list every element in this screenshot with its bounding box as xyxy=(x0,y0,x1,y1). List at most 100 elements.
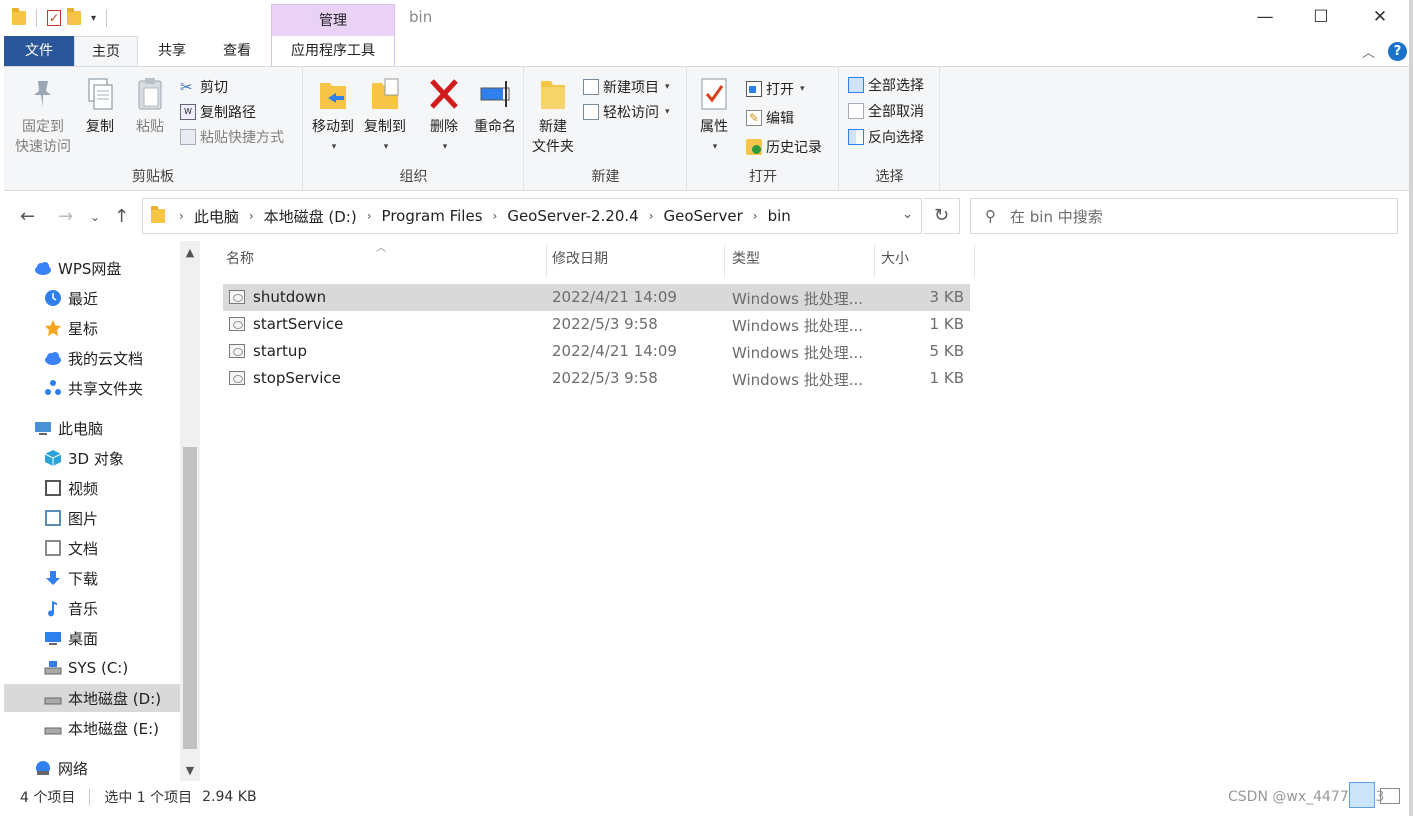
column-header-size[interactable]: 大小 xyxy=(881,249,909,275)
column-divider[interactable] xyxy=(974,245,975,277)
breadcrumb-geoserver-version[interactable]: GeoServer-2.20.4 xyxy=(507,207,638,225)
details-view-icon[interactable] xyxy=(1349,782,1375,808)
nav-item[interactable]: 此电脑 xyxy=(4,414,180,442)
scroll-down-icon[interactable]: ▼ xyxy=(180,761,200,781)
cut-button[interactable]: ✂ 剪切 xyxy=(180,75,228,99)
nav-item[interactable]: 星标 xyxy=(4,314,180,342)
column-divider[interactable] xyxy=(724,245,725,277)
properties-button[interactable]: 属性 ▾ xyxy=(694,75,734,157)
manage-context-tab[interactable]: 管理 xyxy=(271,4,395,36)
maximize-button[interactable]: ☐ xyxy=(1292,0,1350,34)
breadcrumb-bin[interactable]: bin xyxy=(768,207,791,225)
forward-arrow-icon[interactable]: → xyxy=(58,206,73,227)
file-name: startup xyxy=(253,342,307,360)
select-none-button[interactable]: 全部取消 xyxy=(848,99,924,123)
refresh-icon[interactable]: ↻ xyxy=(924,198,960,234)
properties-check-icon[interactable]: ✓ xyxy=(47,10,61,26)
tab-file[interactable]: 文件 xyxy=(4,36,74,66)
nav-item[interactable]: 视频 xyxy=(4,474,180,502)
nav-item[interactable]: WPS网盘 xyxy=(4,254,180,282)
select-none-label: 全部取消 xyxy=(868,104,924,120)
copy-path-button[interactable]: W 复制路径 xyxy=(180,100,256,124)
invert-selection-button[interactable]: 反向选择 xyxy=(848,125,924,149)
column-header-name[interactable]: 名称 xyxy=(226,249,254,275)
new-folder-icon xyxy=(536,75,570,113)
file-row[interactable]: startService 2022/5/3 9:58 Windows 批处理..… xyxy=(223,311,970,338)
nav-item[interactable]: 桌面 xyxy=(4,624,180,652)
help-icon[interactable]: ? xyxy=(1388,42,1407,61)
select-all-label: 全部选择 xyxy=(868,78,924,94)
select-all-button[interactable]: 全部选择 xyxy=(848,73,924,97)
nav-item[interactable]: 3D 对象 xyxy=(4,444,180,472)
address-history-dropdown-icon[interactable]: ⌄ xyxy=(902,207,913,222)
paste-shortcut-button[interactable]: 粘贴快捷方式 xyxy=(180,125,284,149)
tab-view[interactable]: 查看 xyxy=(205,36,269,66)
edit-button[interactable]: ✎ 编辑 xyxy=(746,106,794,130)
nav-item[interactable]: 我的云文档 xyxy=(4,344,180,372)
tab-share[interactable]: 共享 xyxy=(140,36,204,66)
history-button[interactable]: 历史记录 xyxy=(746,135,822,159)
minimize-button[interactable]: — xyxy=(1236,0,1294,34)
nav-item[interactable]: 本地磁盘 (E:) xyxy=(4,714,180,742)
file-name: startService xyxy=(253,315,344,333)
copy-to-button[interactable]: 复制到 ▾ xyxy=(360,75,410,157)
nav-item[interactable]: SYS (C:) xyxy=(4,654,180,682)
file-row[interactable]: shutdown 2022/4/21 14:09 Windows 批处理... … xyxy=(223,284,970,311)
easy-access-icon xyxy=(583,104,599,120)
nav-item-label: 图片 xyxy=(68,509,99,528)
scroll-up-icon[interactable]: ▲ xyxy=(180,243,200,263)
paste-button[interactable]: 粘贴 xyxy=(128,75,172,137)
item-count: 4 个项目 xyxy=(20,790,76,806)
delete-button[interactable]: 删除 ▾ xyxy=(422,75,466,157)
collapse-ribbon-icon[interactable]: ︿ xyxy=(1362,42,1375,61)
nav-item[interactable]: 下载 xyxy=(4,564,180,592)
properties-icon xyxy=(697,75,731,113)
nav-item-label: 文档 xyxy=(68,539,99,558)
open-window-icon xyxy=(746,81,762,97)
up-arrow-icon[interactable]: ↑ xyxy=(114,206,129,227)
open-button[interactable]: 打开 ▾ xyxy=(746,77,805,101)
nav-item[interactable]: 文档 xyxy=(4,534,180,562)
ribbon-tabs: 文件 主页 共享 查看 应用程序工具 xyxy=(0,36,1413,66)
address-bar[interactable]: › 此电脑 › 本地磁盘 (D:) › Program Files › GeoS… xyxy=(142,198,922,234)
nav-item[interactable]: 网络 xyxy=(4,754,180,782)
open-dropdown-icon: ▾ xyxy=(800,84,805,94)
nav-item[interactable]: 本地磁盘 (D:) xyxy=(4,684,180,712)
breadcrumb-geoserver[interactable]: GeoServer xyxy=(664,207,743,225)
column-header-date[interactable]: 修改日期 xyxy=(552,249,608,275)
new-folder-button[interactable]: 新建 文件夹 xyxy=(527,75,579,157)
file-type: Windows 批处理... xyxy=(732,317,864,335)
close-button[interactable]: ✕ xyxy=(1351,0,1409,34)
move-to-button[interactable]: 移动到 ▾ xyxy=(308,75,358,157)
customize-dropdown-icon[interactable]: ▾ xyxy=(91,13,96,24)
back-arrow-icon[interactable]: ← xyxy=(20,206,35,227)
nav-item[interactable]: 图片 xyxy=(4,504,180,532)
column-divider[interactable] xyxy=(546,245,547,277)
nav-item[interactable]: 最近 xyxy=(4,284,180,312)
large-icons-view-icon[interactable] xyxy=(1380,788,1400,804)
column-divider[interactable] xyxy=(874,245,875,277)
tab-home[interactable]: 主页 xyxy=(74,36,138,66)
nav-scrollbar-thumb[interactable] xyxy=(183,447,197,749)
pin-quick-access-button[interactable]: 固定到 快速访问 xyxy=(10,75,76,157)
easy-access-button[interactable]: 轻松访问 ▾ xyxy=(583,100,670,124)
nav-item[interactable]: 共享文件夹 xyxy=(4,374,180,402)
rename-button[interactable]: 重命名 xyxy=(468,75,522,137)
file-row[interactable]: stopService 2022/5/3 9:58 Windows 批处理...… xyxy=(223,365,970,392)
copy-button[interactable]: 复制 xyxy=(78,75,122,137)
tab-app-tools[interactable]: 应用程序工具 xyxy=(271,36,395,66)
nav-item[interactable]: 音乐 xyxy=(4,594,180,622)
delete-x-icon xyxy=(427,75,461,113)
cut-label: 剪切 xyxy=(200,80,228,96)
history-label: 历史记录 xyxy=(766,140,822,156)
new-folder-icon[interactable] xyxy=(67,8,81,25)
recent-locations-dropdown-icon[interactable]: ⌄ xyxy=(90,210,100,224)
search-input[interactable]: ⚲ 在 bin 中搜索 xyxy=(970,198,1398,234)
column-header-type[interactable]: 类型 xyxy=(732,249,760,275)
breadcrumb-drive-d[interactable]: 本地磁盘 (D:) xyxy=(264,206,357,227)
copy-path-label: 复制路径 xyxy=(200,105,256,121)
file-row[interactable]: startup 2022/4/21 14:09 Windows 批处理... 5… xyxy=(223,338,970,365)
new-item-button[interactable]: 新建项目 ▾ xyxy=(583,75,670,99)
breadcrumb-program-files[interactable]: Program Files xyxy=(382,207,483,225)
breadcrumb-this-pc[interactable]: 此电脑 xyxy=(194,206,239,227)
